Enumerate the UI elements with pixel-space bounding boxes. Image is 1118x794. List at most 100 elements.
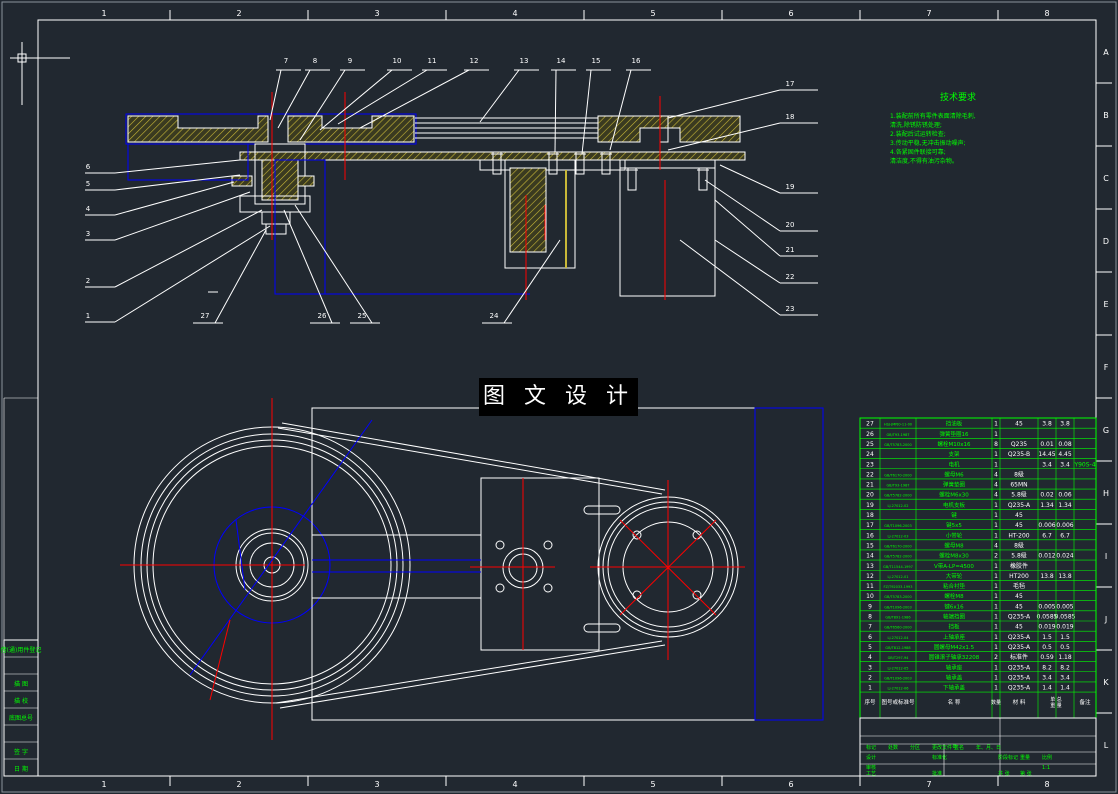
leader-line bbox=[479, 69, 520, 123]
bom-cell: 1 bbox=[994, 624, 998, 631]
bearing-cap-right bbox=[297, 175, 315, 187]
bom-cell: 21 bbox=[866, 482, 874, 489]
bom-cell: 螺栓M8 bbox=[944, 592, 964, 600]
grid-col-bottom: 6 bbox=[788, 780, 793, 789]
bom-cell: LJ-27012-01 bbox=[888, 575, 909, 579]
bom-cell: 4 bbox=[994, 471, 998, 478]
title-cell: 签名 bbox=[954, 744, 964, 751]
leader-number: 4 bbox=[86, 205, 91, 213]
leader-number: 7 bbox=[284, 57, 288, 65]
bom-cell: 22 bbox=[866, 471, 874, 478]
tech-line: 清洗,除锈防锈处理; bbox=[890, 121, 942, 129]
bom-cell: Q235-A bbox=[1008, 634, 1031, 641]
grid-col-top: 7 bbox=[926, 9, 931, 18]
bom-cell: 1 bbox=[994, 563, 998, 570]
bom-cell: 45 bbox=[1015, 421, 1023, 428]
bom-header-name: 名 称 bbox=[948, 698, 961, 706]
bom-cell: 6 bbox=[868, 634, 872, 641]
bom-cell: 0.005 bbox=[1038, 603, 1055, 610]
leader-number: 27 bbox=[201, 312, 210, 320]
bom-cell: 1 bbox=[994, 431, 998, 438]
bom-cell: 2 bbox=[994, 654, 998, 661]
bom-cell: HT-200 bbox=[1008, 532, 1029, 539]
left-strip-label: 描 校 bbox=[14, 697, 28, 705]
bom-header-qty: 数量 bbox=[991, 699, 1001, 706]
bom-cell: V带A-LP=4500 bbox=[934, 563, 974, 570]
leader-line bbox=[114, 181, 235, 216]
left-strip-label: 日 期 bbox=[14, 765, 28, 773]
bom-cell: 螺母M6 bbox=[944, 470, 964, 478]
bom-cell: 橡胶件 bbox=[1010, 562, 1028, 570]
hidden-diag bbox=[189, 419, 373, 676]
bom-cell: 17 bbox=[866, 522, 874, 529]
left-strip-label: 签 字 bbox=[14, 748, 28, 756]
title-cell: 处数 bbox=[888, 744, 898, 751]
motor-23 bbox=[619, 159, 716, 297]
bom-cell: GB/T5783-2000 bbox=[884, 443, 912, 447]
grid-row-label: D bbox=[1103, 237, 1109, 246]
bom-cell: 5.8级 bbox=[1011, 552, 1027, 560]
stand-bolt-hole bbox=[543, 583, 553, 593]
bom-cell: 26 bbox=[866, 431, 874, 438]
bom-cell: 25 bbox=[866, 441, 874, 448]
leader-number: 5 bbox=[86, 180, 90, 188]
leader-line bbox=[667, 89, 781, 119]
bom-cell: 18 bbox=[866, 512, 874, 519]
bom-cell: 下轴承盖 bbox=[943, 684, 966, 692]
bom-cell: 3.8 bbox=[1060, 421, 1070, 428]
bom-cell: 65MN bbox=[1010, 482, 1027, 489]
bom-cell: LJ-27012-03 bbox=[888, 534, 909, 538]
leader-line bbox=[714, 239, 781, 284]
leader-number: 11 bbox=[428, 57, 437, 65]
bom-cell: 0.01 bbox=[1040, 441, 1054, 448]
bom-cell: 1 bbox=[994, 502, 998, 509]
tech-line: 2.装配后试运转检查; bbox=[890, 130, 946, 138]
stand-24-hatch bbox=[509, 167, 547, 253]
bom-cell: 24 bbox=[866, 451, 874, 458]
bom-cell: 1.5 bbox=[1042, 634, 1052, 641]
bom-cell: 大带轮 bbox=[946, 572, 963, 580]
bom-cell: Q235-A bbox=[1008, 502, 1031, 509]
bom-cell: 1 bbox=[994, 614, 998, 621]
bom-cell: Q235-A bbox=[1008, 674, 1031, 681]
bom-cell: 4 bbox=[994, 482, 998, 489]
bom-cell: 20 bbox=[866, 492, 874, 499]
bom-cell: 45 bbox=[1015, 624, 1023, 631]
bom-cell: Q235-B bbox=[1008, 451, 1030, 458]
bom-cell: 3.4 bbox=[1060, 461, 1070, 468]
base-plate bbox=[311, 407, 756, 721]
bom-cell: Q235-A bbox=[1008, 614, 1031, 621]
leader-number: 10 bbox=[393, 57, 402, 65]
bom-cell: GB/T93-1987 bbox=[886, 433, 909, 437]
bom-cell: GB/T5782-2000 bbox=[884, 555, 912, 559]
bom-cell: 0.024 bbox=[1056, 553, 1073, 560]
bearing-pack bbox=[261, 159, 299, 201]
bom-cell: 1 bbox=[994, 522, 998, 529]
bom-cell: 螺栓M8x30 bbox=[939, 552, 969, 560]
left-strip-label: 借(通)用件登记 bbox=[1, 646, 42, 654]
leader-number: 18 bbox=[786, 113, 795, 121]
bom-cell: 1 bbox=[868, 685, 872, 692]
bom-cell: 0.019 bbox=[1038, 624, 1055, 631]
bom-cell: 14 bbox=[866, 553, 874, 560]
bom-cell: 圆螺母M42x1.5 bbox=[934, 643, 975, 651]
stand-bolt-hole bbox=[495, 540, 505, 550]
bom-cell: Q235 bbox=[1011, 441, 1027, 448]
bom-cell: GB/T1096-2003 bbox=[884, 524, 912, 528]
bom-cell: 1.4 bbox=[1042, 685, 1052, 692]
bom-cell: Q235-A bbox=[1008, 644, 1031, 651]
bom-cell: 标准件 bbox=[1010, 653, 1028, 661]
bom-cell: 13 bbox=[866, 563, 874, 570]
leader-number: 2 bbox=[86, 277, 90, 285]
bom-cell: 1 bbox=[994, 634, 998, 641]
bom-cell: 1 bbox=[994, 573, 998, 580]
bom-cell: GB/T297-94 bbox=[888, 656, 910, 660]
leader-line bbox=[114, 174, 241, 191]
bom-cell: 0.59 bbox=[1040, 654, 1054, 661]
bom-cell: 6.7 bbox=[1060, 532, 1070, 539]
bill-of-materials: 27 HSJ-JMPJ0-11-00 挡油板 1 45 3.8 3.826 GB/T93-19… bbox=[859, 417, 1097, 719]
bom-cell: LJ-27012-06 bbox=[888, 687, 909, 691]
tech-title: 技术要求 bbox=[940, 91, 976, 103]
bom-cell: 3.4 bbox=[1042, 674, 1052, 681]
bom-cell: 上轴承座 bbox=[943, 633, 966, 641]
